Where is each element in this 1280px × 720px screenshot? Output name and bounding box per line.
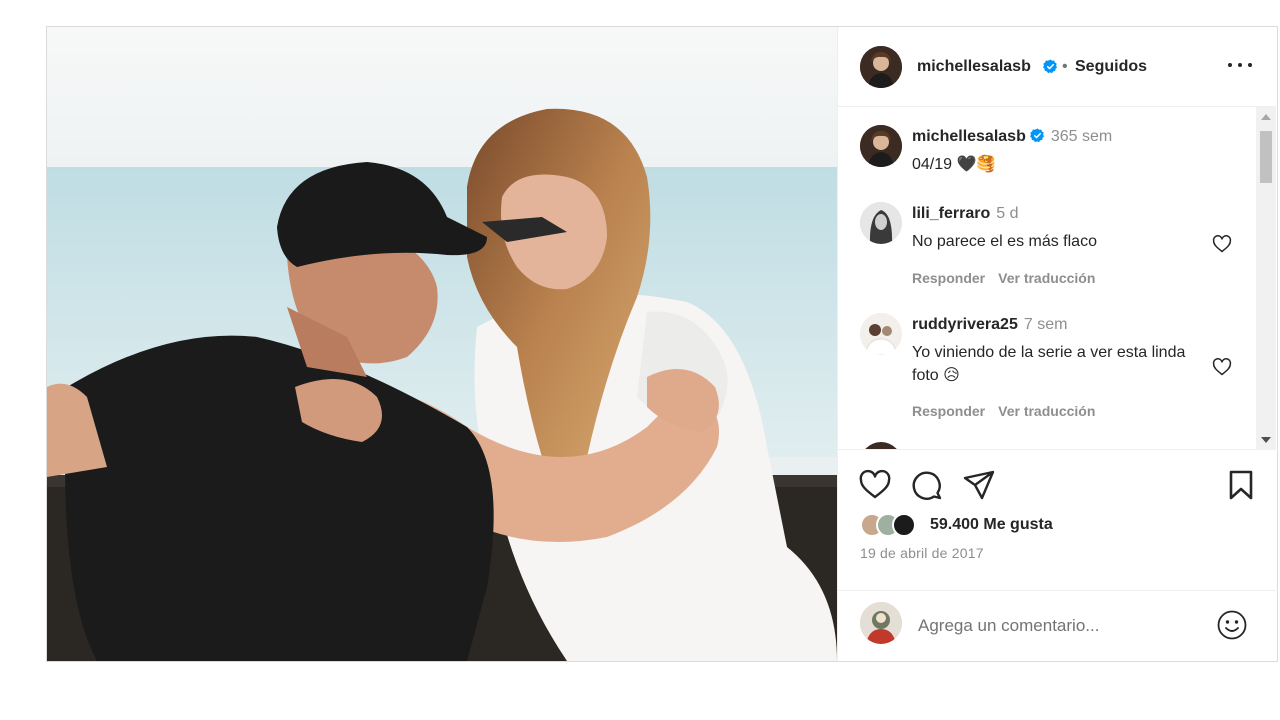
header-separator: • [1062, 58, 1068, 75]
more-options-button[interactable] [1226, 53, 1254, 77]
caption-author-avatar[interactable] [860, 125, 902, 167]
like-comment-heart-icon[interactable] [1212, 357, 1232, 377]
post-side-panel: michellesalasb • Seguidos michellesalasb… [837, 27, 1278, 661]
liker-avatar [892, 513, 916, 537]
comments-scrollbar[interactable] [1256, 107, 1276, 450]
comment-username[interactable]: lili_ferraro [912, 205, 990, 222]
comments-list[interactable]: michellesalasb 365 sem 04/19 🖤🥞 lili_ferr… [838, 107, 1278, 450]
scroll-down-arrow-icon[interactable] [1261, 437, 1271, 443]
comment-text: No parece el es más flaco [912, 233, 1097, 250]
reply-button[interactable]: Responder [912, 270, 985, 286]
emoji-picker-icon[interactable] [1216, 609, 1248, 641]
comment-username-row: ruddyrivera25 7 sem [912, 316, 1067, 334]
comment-icon [912, 471, 942, 500]
comment-time[interactable]: 7 sem [1024, 316, 1068, 333]
comment-input[interactable] [918, 611, 1218, 641]
caption-time[interactable]: 365 sem [1051, 128, 1112, 145]
bookmark-icon [1229, 470, 1253, 500]
comment-actions: Responder Ver traducción [912, 403, 1108, 419]
post-header: michellesalasb • Seguidos [838, 27, 1278, 107]
comment-button[interactable] [910, 468, 944, 502]
share-button[interactable] [962, 468, 996, 502]
post-photo[interactable] [47, 27, 837, 661]
comment-time[interactable]: 5 d [996, 205, 1018, 222]
post-photo-image [47, 27, 837, 661]
save-button[interactable] [1224, 468, 1258, 502]
share-icon [963, 470, 995, 500]
add-comment-bar [838, 590, 1278, 661]
likes-count[interactable]: 59.400 Me gusta [930, 516, 1053, 534]
comment-username-row: lili_ferraro 5 d [912, 205, 1019, 223]
translate-button[interactable]: Ver traducción [998, 403, 1095, 419]
comment-text: Yo viniendo de la serie a ver esta linda… [912, 344, 1186, 384]
like-button[interactable] [858, 468, 892, 502]
commenter-avatar[interactable] [860, 313, 902, 355]
caption-username[interactable]: michellesalasb [912, 128, 1026, 145]
following-button[interactable]: Seguidos [1075, 58, 1147, 76]
scroll-up-arrow-icon[interactable] [1261, 114, 1271, 120]
commenter-avatar[interactable] [860, 202, 902, 244]
verified-badge-icon [1043, 59, 1057, 74]
post-action-bar [838, 451, 1278, 511]
author-avatar[interactable] [860, 46, 902, 88]
translate-button[interactable]: Ver traducción [998, 270, 1095, 286]
author-username[interactable]: michellesalasb [917, 58, 1031, 76]
like-comment-heart-icon[interactable] [1212, 234, 1232, 254]
caption-text: 04/19 🖤🥞 [912, 156, 997, 173]
current-user-avatar[interactable] [860, 602, 902, 644]
scrollbar-thumb[interactable] [1260, 131, 1272, 183]
heart-icon [859, 469, 891, 499]
caption-username-row: michellesalasb 365 sem [912, 128, 1112, 146]
reply-button[interactable]: Responder [912, 403, 985, 419]
comment-actions: Responder Ver traducción [912, 270, 1108, 286]
commenter-avatar[interactable] [860, 442, 902, 449]
post-date[interactable]: 19 de abril de 2017 [860, 545, 984, 561]
comment-username[interactable]: ruddyrivera25 [912, 316, 1018, 333]
instagram-post: michellesalasb • Seguidos michellesalasb… [46, 26, 1278, 662]
verified-badge-icon [1029, 128, 1044, 143]
